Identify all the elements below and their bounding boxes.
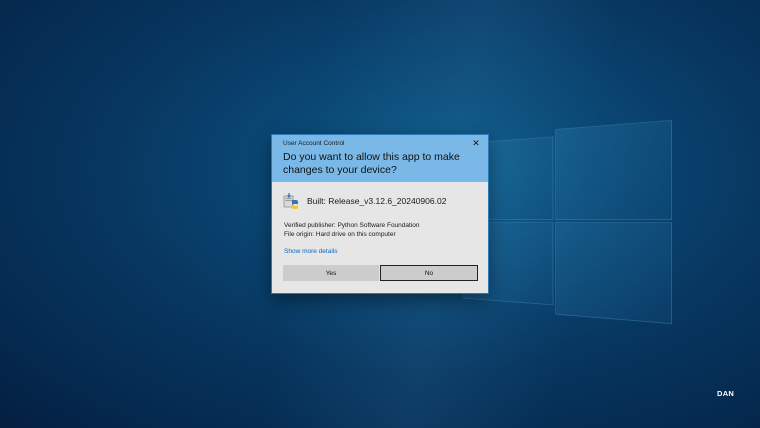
watermark: DAN [717,389,735,398]
app-name: Built: Release_v3.12.6_20240906.02 [307,196,447,206]
desktop: { "dialog": { "window_title": "User Acco… [0,0,760,428]
verified-publisher: Verified publisher: Python Software Foun… [284,222,420,229]
show-more-details-link[interactable]: Show more details [284,248,337,255]
yes-button[interactable]: Yes [283,265,379,281]
file-origin: File origin: Hard drive on this computer [284,231,396,238]
uac-dialog: User Account Control ✕ Do you want to al… [272,135,488,293]
uac-header: User Account Control ✕ Do you want to al… [272,135,488,182]
publisher-info: Verified publisher: Python Software Foun… [284,221,420,239]
dialog-title: User Account Control [283,140,345,147]
no-button[interactable]: No [380,265,478,281]
python-installer-icon [283,193,298,209]
uac-question: Do you want to allow this app to make ch… [283,151,460,176]
app-row: Built: Release_v3.12.6_20240906.02 [283,192,446,210]
close-icon[interactable]: ✕ [470,137,482,149]
